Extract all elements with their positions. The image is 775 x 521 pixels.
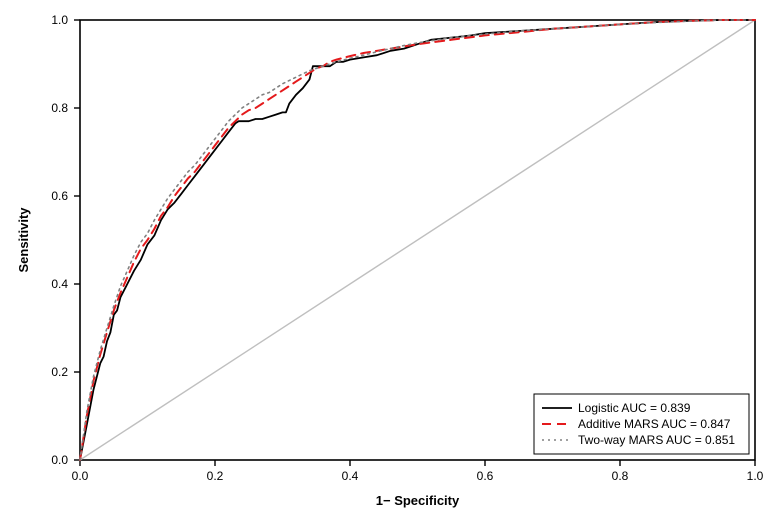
y-tick-label: 0.6 (51, 189, 68, 203)
y-tick-label: 0.0 (51, 453, 68, 467)
x-tick-label: 0.8 (612, 469, 629, 483)
x-tick-label: 0.4 (342, 469, 359, 483)
x-tick-label: 0.0 (72, 469, 89, 483)
legend-label-2: Two-way MARS AUC = 0.851 (578, 433, 735, 447)
legend-label-1: Additive MARS AUC = 0.847 (578, 417, 731, 431)
roc-svg: 0.0 0.2 0.4 0.6 0.8 1.0 0.0 0.2 0.4 0.6 0.8 1.0 1− S… (0, 0, 775, 521)
x-axis-label: 1− Specificity (376, 493, 460, 508)
y-tick-label: 1.0 (51, 13, 68, 27)
y-tick-label: 0.2 (51, 365, 68, 379)
roc-chart: 0.0 0.2 0.4 0.6 0.8 1.0 0.0 0.2 0.4 0.6 0.8 1.0 1− S… (0, 0, 775, 521)
y-tick-label: 0.8 (51, 101, 68, 115)
x-tick-label: 1.0 (747, 469, 764, 483)
y-axis-label: Sensitivity (16, 207, 31, 273)
x-tick-label: 0.2 (207, 469, 224, 483)
legend-label-0: Logistic AUC = 0.839 (578, 401, 691, 415)
x-tick-label: 0.6 (477, 469, 494, 483)
y-tick-label: 0.4 (51, 277, 68, 291)
